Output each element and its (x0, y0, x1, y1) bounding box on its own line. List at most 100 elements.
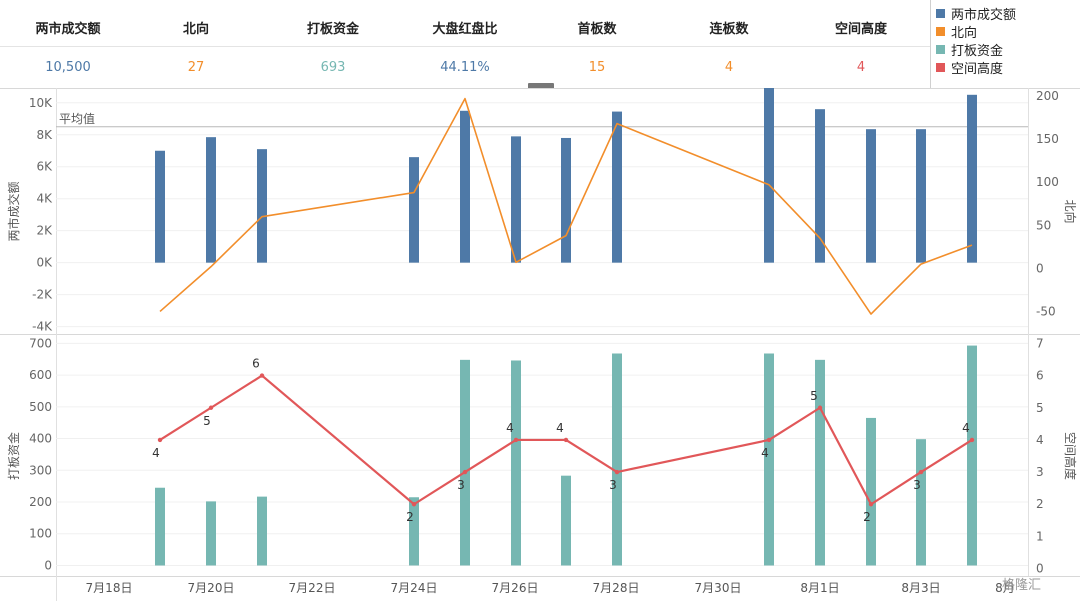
legend-item[interactable]: 打板资金 (936, 40, 1016, 59)
left-tick-label: 400 (29, 432, 52, 446)
line-point (157, 437, 163, 443)
stat-value: 4 (724, 60, 734, 75)
x-tick-label: 7月20日 (188, 581, 235, 595)
stat-label: 空间高度 (834, 22, 888, 37)
x-tick-label: 7月26日 (492, 581, 539, 595)
x-tick-label: 7月28日 (593, 581, 640, 595)
bar (866, 129, 876, 263)
data-label: 4 (556, 421, 564, 435)
x-tick-label: 7月18日 (86, 581, 133, 595)
data-label: 5 (810, 389, 818, 403)
data-label: 2 (406, 510, 414, 524)
bar (612, 111, 622, 263)
x-tick-label: 8月3日 (901, 581, 940, 595)
legend-item[interactable]: 北向 (936, 22, 1016, 41)
bar (866, 417, 876, 566)
bar (155, 150, 165, 263)
stat-label: 连板数 (709, 22, 749, 37)
right-tick-label: 3 (1036, 465, 1044, 479)
stat-label: 两市成交额 (35, 22, 101, 37)
stat-label: 首板数 (577, 22, 617, 37)
legend-item[interactable]: 两市成交额 (936, 4, 1017, 23)
stat-value: 44.11% (440, 60, 490, 75)
line-point (969, 437, 975, 443)
data-label: 4 (506, 421, 514, 435)
right-axis-title: 空间高度 (1063, 432, 1078, 480)
left-tick-label: 0 (44, 558, 52, 572)
right-tick-label: 4 (1036, 433, 1044, 447)
bar (155, 487, 165, 566)
data-label: 3 (609, 478, 617, 492)
left-tick-label: 6K (36, 160, 53, 174)
line-point (208, 405, 214, 410)
line-point (868, 502, 874, 507)
line-point (259, 373, 265, 378)
right-tick-label: 6 (1036, 369, 1044, 383)
line-point (817, 405, 823, 410)
legend: 两市成交额 北向 打板资金空间高度 (936, 4, 1017, 77)
legend-separator (930, 0, 931, 88)
x-tick-label: 7月22日 (289, 581, 336, 595)
bar (916, 129, 926, 263)
right-tick-label: 7 (1036, 336, 1044, 350)
bar (409, 497, 419, 566)
left-axis-title: 打板资金 (6, 432, 21, 480)
line-point (563, 437, 569, 443)
data-label: 4 (761, 446, 769, 460)
watermark: 格隆汇 (1002, 578, 1042, 593)
stat-value: 15 (588, 60, 606, 75)
right-axis-title: 北向 (1063, 199, 1078, 223)
legend-label: 两市成交额 (951, 7, 1017, 23)
right-tick-label: 5 (1036, 401, 1044, 415)
bar (561, 475, 571, 566)
bar (511, 360, 521, 566)
bar (409, 157, 419, 263)
bar (206, 501, 216, 566)
x-tick-label: 7月30日 (695, 581, 742, 595)
left-tick-label: 0K (36, 256, 53, 270)
left-tick-label: -4K (32, 320, 53, 334)
summary-divider (0, 46, 930, 47)
data-label: 4 (152, 446, 160, 460)
bar (967, 94, 977, 263)
bar (612, 353, 622, 566)
bar (764, 88, 774, 263)
stat-value: 27 (187, 60, 205, 75)
right-tick-label: 200 (1036, 89, 1059, 103)
stat-value: 693 (320, 60, 346, 75)
left-axis-title: 两市成交额 (6, 181, 21, 241)
left-tick-label: 4K (36, 192, 53, 206)
line-point (462, 469, 468, 475)
bar (257, 496, 267, 566)
legend-swatch (936, 44, 945, 54)
data-label: 2 (863, 510, 871, 524)
left-tick-label: 10K (29, 96, 53, 110)
legend-swatch (936, 62, 945, 72)
data-label: 3 (457, 478, 465, 492)
combo-chart: -4K-2K0K2K4K6K8K10K-50050100150200两市成交额北… (0, 88, 1080, 601)
stat-value: 4 (856, 60, 866, 75)
left-tick-label: 700 (29, 336, 52, 350)
stat-label: 大盘红盘比 (432, 22, 498, 37)
bar (561, 137, 571, 263)
x-tick-label: 8月1日 (800, 581, 839, 595)
bar (460, 359, 470, 566)
x-tick-label: 7月24日 (391, 581, 438, 595)
left-tick-label: 8K (36, 128, 53, 142)
left-tick-label: 100 (29, 527, 52, 541)
bar (460, 110, 470, 263)
left-tick-label: 500 (29, 400, 52, 414)
legend-item[interactable]: 空间高度 (936, 58, 1016, 77)
reference-line-label: 平均值 (59, 111, 95, 126)
data-label: 5 (203, 414, 211, 428)
bar (967, 345, 977, 566)
legend-label: 空间高度 (951, 61, 1004, 77)
left-tick-label: 2K (36, 224, 53, 238)
left-tick-label: 600 (29, 368, 52, 382)
left-tick-label: 200 (29, 495, 52, 509)
right-tick-label: 0 (1036, 261, 1044, 275)
line-point (513, 437, 519, 443)
right-tick-label: 150 (1036, 132, 1059, 146)
right-tick-label: 1 (1036, 529, 1044, 543)
bar (511, 136, 521, 263)
